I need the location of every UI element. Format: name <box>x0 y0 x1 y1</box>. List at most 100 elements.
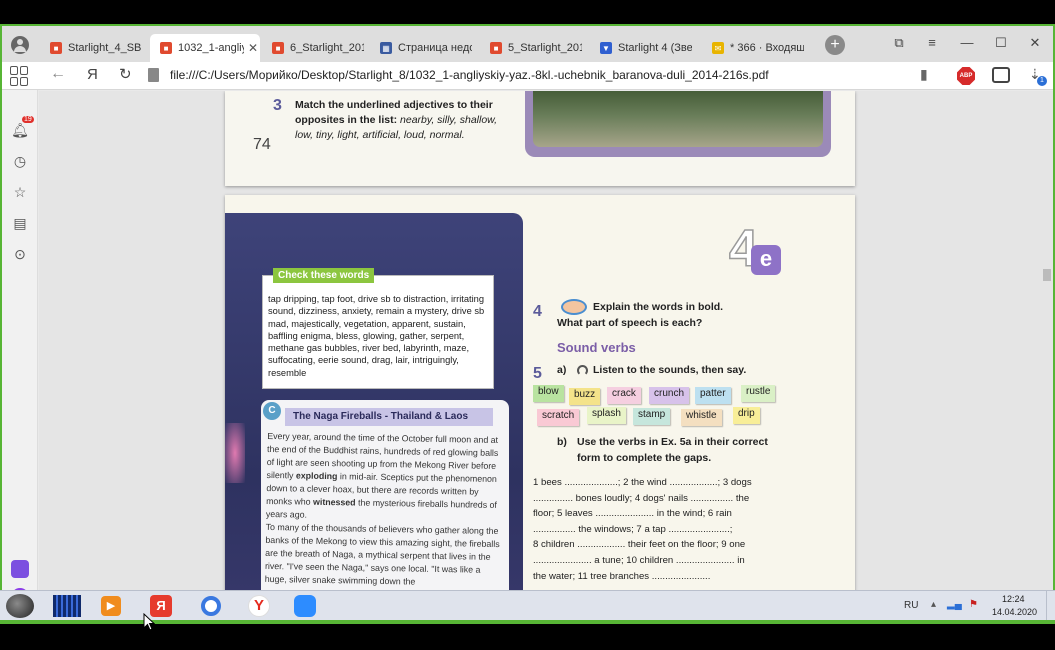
bookmark-icon: ▼ <box>600 42 612 54</box>
close-window-button[interactable]: ✕ <box>1025 35 1045 51</box>
media-app-icon <box>53 595 81 617</box>
tab-label: 1032_1-angliy <box>178 42 244 54</box>
ex5a-text: Listen to the sounds, then say. <box>593 364 747 376</box>
tab-4[interactable]: ■ 5_Starlight_2012 <box>480 34 588 62</box>
desktop-screen: ■ Starlight_4_SB.p ■ 1032_1-angliy ✕ ■ 6… <box>0 0 1055 650</box>
sound-verb-chip: drip <box>733 407 760 424</box>
ex5a-label: a) <box>557 364 567 376</box>
collections-icon[interactable]: ▤ <box>11 214 29 232</box>
tab-2[interactable]: ■ 6_Starlight_2013 <box>262 34 368 62</box>
tab-label: * 366 · Входящи <box>730 42 804 54</box>
clock-date[interactable]: 14.04.2020 <box>992 607 1037 617</box>
ex5b-line-1: Use the verbs in Ex. 5a in their correct <box>577 436 768 448</box>
chrome-icon <box>201 596 221 616</box>
tray-arrow-icon[interactable]: ▴ <box>931 599 936 610</box>
sound-verb-chip: crack <box>607 387 641 404</box>
exercise-number: 4 <box>533 303 542 320</box>
check-words-box: Check these words tap dripping, tap foot… <box>262 268 494 389</box>
mouse-cursor-icon <box>143 613 155 631</box>
notifications-bell-icon[interactable]: 🔔︎ <box>11 121 29 139</box>
exercise-3-instruction: Match the underlined adjectives to their… <box>295 98 505 143</box>
tab-label: 6_Starlight_2013 <box>290 42 364 54</box>
window-border-bottom <box>0 620 1055 624</box>
glow-decoration <box>225 423 245 483</box>
tab-3[interactable]: ▦ Страница недос <box>370 34 478 62</box>
show-desktop-button[interactable] <box>1046 591 1055 621</box>
ex4-line-1: Explain the words in bold. <box>593 301 724 313</box>
network-icon[interactable]: ▂▄ <box>947 599 962 610</box>
bookmark-flag-icon[interactable]: ▮ <box>920 66 928 83</box>
gap-fill-text: 1 bees ....................; 2 the wind … <box>533 475 781 584</box>
history-clock-icon[interactable]: ◷ <box>11 152 29 170</box>
sound-verb-chip: blow <box>533 385 564 402</box>
taskbar-app-chrome[interactable] <box>192 593 230 619</box>
apps-grid-icon[interactable] <box>10 66 30 86</box>
mail-icon: ✉ <box>712 42 724 54</box>
tab-0[interactable]: ■ Starlight_4_SB.p <box>40 34 148 62</box>
sound-verb-chip: buzz <box>569 388 601 405</box>
sound-verb-chip: stamp <box>633 408 671 425</box>
language-indicator[interactable]: RU <box>904 600 918 611</box>
flag-icon[interactable]: ⚑ <box>969 599 978 610</box>
start-orb-icon <box>6 594 34 618</box>
reading-bold-2: witnessed <box>312 496 356 508</box>
ex4-line-2: What part of speech is each? <box>557 317 703 329</box>
scrollbar-thumb[interactable] <box>1043 269 1051 281</box>
photo-frame <box>525 91 831 157</box>
clock-time[interactable]: 12:24 <box>1002 594 1025 604</box>
maximize-button[interactable]: ☐ <box>991 35 1011 51</box>
favorites-star-icon[interactable]: ☆ <box>11 183 29 201</box>
taskbar-app-media[interactable] <box>48 593 86 619</box>
new-tab-button[interactable]: + <box>825 35 845 55</box>
gap-line: the water; 11 tree branches ............… <box>533 570 711 582</box>
tab-label: 5_Starlight_2012 <box>508 42 582 54</box>
yandex-icon[interactable]: Я <box>87 66 98 83</box>
taskbar-app-yandex[interactable]: Y <box>240 593 278 619</box>
pdf-viewer[interactable]: 3 Match the underlined adjectives to the… <box>39 91 1053 620</box>
pdf-icon: ■ <box>50 42 62 54</box>
close-tab-icon[interactable]: ✕ <box>248 41 258 55</box>
menu-icon[interactable]: ≡ <box>922 35 942 50</box>
listen-headphones-icon <box>577 365 588 376</box>
reading-text: Every year, around the time of the Octob… <box>265 430 504 590</box>
tab-5[interactable]: ▼ Starlight 4 (Звез <box>590 34 700 62</box>
sound-verb-chip: whistle <box>681 409 722 426</box>
sound-verb-chip: rustle <box>741 385 776 402</box>
gap-line: ................ the windows; 7 a tap ..… <box>533 523 733 535</box>
profile-icon[interactable] <box>11 36 29 54</box>
back-icon[interactable]: ← <box>50 65 66 83</box>
tab-manager-icon[interactable]: ⧉ <box>889 35 909 51</box>
media-play-icon[interactable]: ⊙ <box>11 245 29 263</box>
sound-verb-chip: scratch <box>537 409 580 426</box>
reading-bold-1: exploding <box>295 470 338 482</box>
file-icon <box>148 68 159 82</box>
check-words-text: tap dripping, tap foot, drive sb to dist… <box>268 294 485 378</box>
gap-line: floor; 5 leaves ...................... i… <box>533 508 732 520</box>
tab-bar: ■ Starlight_4_SB.p ■ 1032_1-angliy ✕ ■ 6… <box>2 26 1053 62</box>
reading-title: The Naga Fireballs - Thailand & Laos <box>285 408 493 426</box>
alice-app-icon[interactable] <box>11 560 29 578</box>
tab-label: Starlight_4_SB.p <box>68 42 142 54</box>
exercise-number: 5 <box>533 365 542 382</box>
tab-6[interactable]: ✉ * 366 · Входящи <box>702 34 812 62</box>
ex5b-line-2: form to complete the gaps. <box>577 452 712 464</box>
download-badge: 1 <box>1037 76 1047 86</box>
taskbar-app-zoom[interactable] <box>286 593 324 619</box>
start-button[interactable] <box>0 593 40 619</box>
tab-1-active[interactable]: ■ 1032_1-angliy ✕ <box>150 34 260 62</box>
address-bar: ← Я ↻ file:///C:/Users/Морийко/Desktop/S… <box>2 62 1053 90</box>
reading-letter-badge: C <box>263 402 281 420</box>
player-icon: ▶ <box>101 596 121 616</box>
pdf-icon: ■ <box>490 42 502 54</box>
reading-card: C The Naga Fireballs - Thailand & Laos E… <box>261 400 509 620</box>
gap-line: 1 bees ....................; 2 the wind … <box>533 477 752 488</box>
taskbar: ▶ Я Y RU ▴ ▂▄ ⚑ 12:24 14.04.2020 <box>0 590 1055 621</box>
taskbar-app-player[interactable]: ▶ <box>92 593 130 619</box>
reload-icon[interactable]: ↻ <box>119 65 132 83</box>
pdf-icon: ■ <box>272 42 284 54</box>
translate-icon[interactable] <box>992 67 1010 83</box>
minimize-button[interactable]: — <box>957 35 977 50</box>
url-field[interactable]: file:///C:/Users/Морийко/Desktop/Starlig… <box>170 68 769 82</box>
adblock-icon[interactable]: ABP <box>957 67 975 85</box>
browser-sidebar: 🔔︎ 19 ◷ ☆ ▤ ⊙ <box>2 90 38 620</box>
